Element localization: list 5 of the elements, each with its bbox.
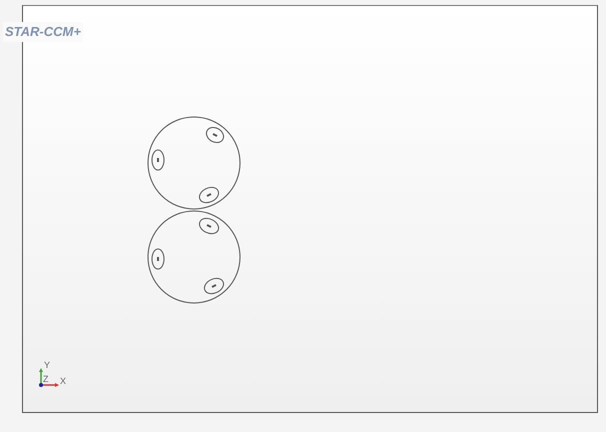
axis-label: X: [60, 377, 66, 386]
axis-label: Y: [44, 361, 50, 370]
axis-triad-icon: [39, 368, 59, 387]
logo-text: STAR-CCM+: [3, 22, 83, 42]
axis-label: Z: [43, 375, 48, 384]
